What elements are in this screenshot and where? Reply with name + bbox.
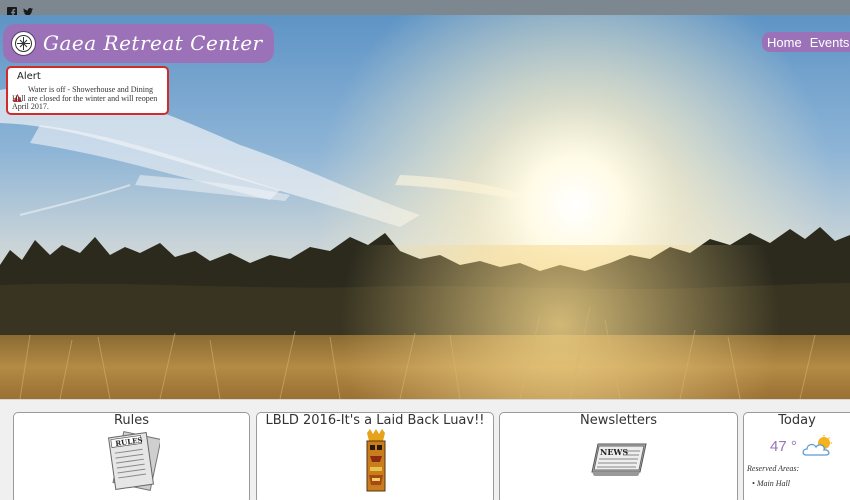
news-newspaper-icon: NEWS [590, 438, 648, 482]
alert-message: Water is off - Showerhouse and Dining Ha… [12, 85, 158, 111]
card-title: Newsletters [579, 413, 658, 428]
card-title: Today [778, 413, 816, 428]
card-rules[interactable]: Rules RULES [13, 412, 250, 500]
weather-temperature: 47 ° [770, 438, 797, 455]
feature-cards: Rules RULES LBLD 2016-It's a Laid Back L… [0, 399, 850, 500]
partly-cloudy-icon [802, 435, 836, 457]
alert-title: Alert [17, 71, 41, 82]
main-nav: Home Events [762, 32, 850, 52]
social-bar [0, 0, 850, 17]
reserved-areas-label: Reserved Areas: [747, 464, 800, 473]
nav-events[interactable]: Events [810, 35, 850, 50]
tiki-icon [361, 429, 391, 499]
facebook-icon[interactable] [7, 2, 17, 17]
card-newsletters[interactable]: Newsletters NEWS [499, 412, 738, 500]
card-title: LBLD 2016-It's a Laid Back Luav!! [265, 413, 485, 428]
logo-emblem-icon [11, 31, 36, 56]
card-title: Rules [113, 413, 150, 428]
site-logo[interactable]: Gaea Retreat Center [3, 24, 274, 63]
twitter-icon[interactable] [23, 2, 33, 17]
reserved-area-item: • Main Hall [752, 479, 790, 488]
reserved-area-name: Main Hall [756, 479, 790, 488]
card-today-weather: Today 47 ° Reserved Areas: • Main Hall [743, 412, 850, 500]
nav-home[interactable]: Home [767, 35, 802, 50]
alert-box: Alert Water is off - Showerhouse and Din… [6, 66, 169, 115]
site-title: Gaea Retreat Center [43, 31, 263, 55]
rules-newspaper-icon: RULES [104, 429, 162, 497]
card-lbld-2016[interactable]: LBLD 2016-It's a Laid Back Luav!! [256, 412, 494, 500]
